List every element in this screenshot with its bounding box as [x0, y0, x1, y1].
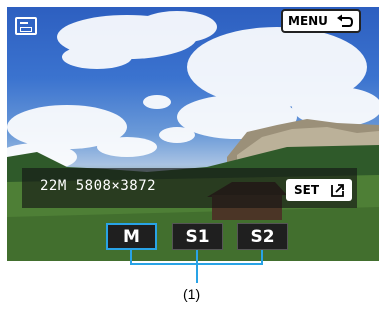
- option-s1[interactable]: S1: [172, 223, 223, 250]
- menu-button[interactable]: MENU: [281, 9, 361, 33]
- image-size-text: 22M 5808×3872: [40, 178, 157, 194]
- export-icon: [331, 184, 344, 197]
- camera-screen-icon: [15, 17, 37, 35]
- option-m[interactable]: M: [106, 223, 157, 250]
- set-label: SET: [294, 183, 320, 197]
- set-button[interactable]: SET: [286, 179, 352, 201]
- menu-label: MENU: [288, 14, 328, 28]
- callout-label: (1): [183, 286, 201, 302]
- option-s2[interactable]: S2: [237, 223, 288, 250]
- return-arrow-icon: [337, 14, 354, 27]
